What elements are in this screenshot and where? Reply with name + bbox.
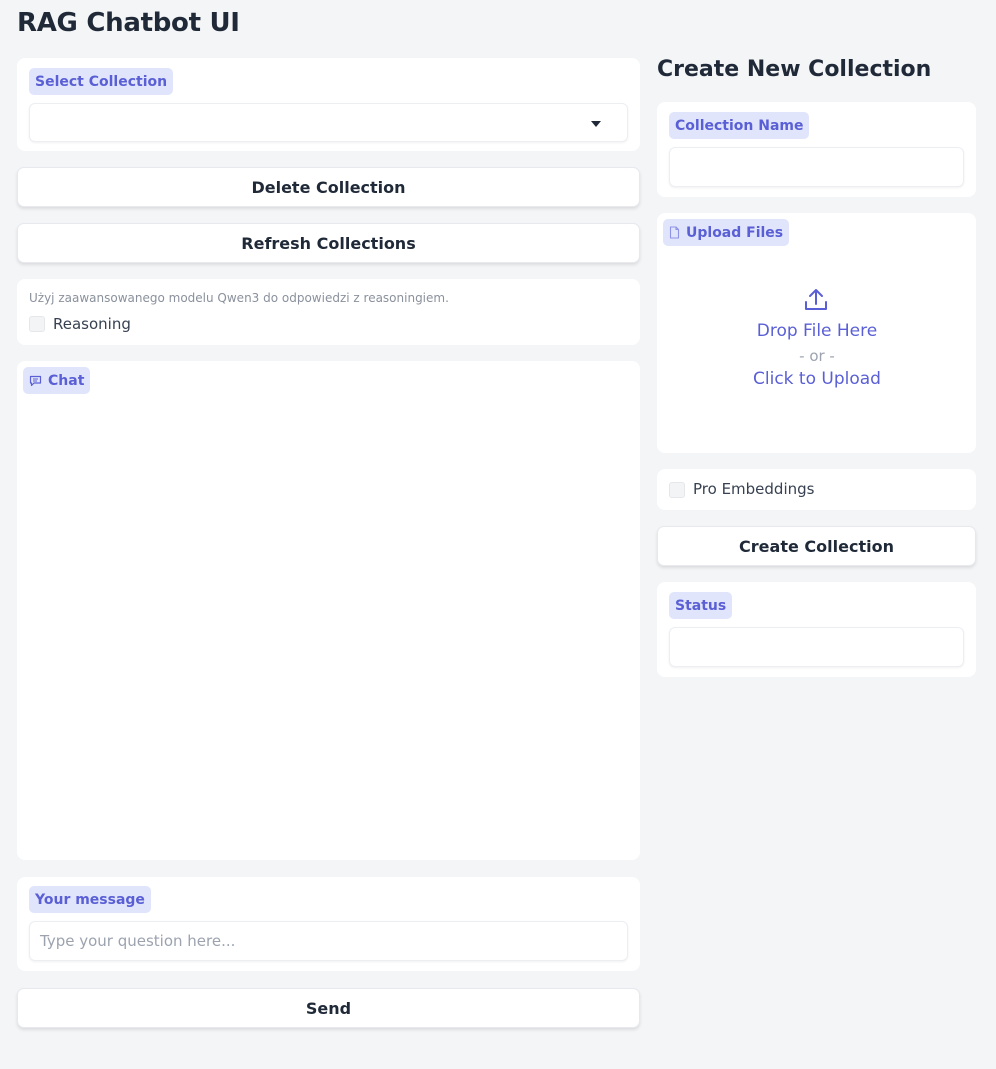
create-collection-heading: Create New Collection: [657, 57, 932, 82]
reasoning-hint: Użyj zaawansowanego modelu Qwen3 do odpo…: [29, 291, 449, 305]
send-button[interactable]: Send: [17, 988, 640, 1028]
chevron-down-icon: [591, 121, 601, 127]
collection-name-input[interactable]: [669, 147, 964, 187]
collection-dropdown[interactable]: [29, 103, 628, 142]
reasoning-label[interactable]: Reasoning: [53, 315, 131, 333]
collection-name-panel: Collection Name: [657, 102, 976, 197]
upload-files-label-text: Upload Files: [686, 224, 784, 241]
file-icon: [669, 226, 680, 239]
reasoning-checkbox[interactable]: [29, 316, 45, 332]
status-output: [669, 627, 964, 667]
collection-name-label: Collection Name: [669, 112, 810, 139]
click-to-upload-text[interactable]: Click to Upload: [657, 369, 977, 389]
pro-embeddings-label[interactable]: Pro Embeddings: [693, 480, 814, 498]
upload-or-text: - or -: [799, 347, 835, 365]
message-label: Your message: [29, 886, 151, 913]
message-input[interactable]: Type your question here...: [29, 921, 628, 961]
reasoning-panel: Użyj zaawansowanego modelu Qwen3 do odpo…: [17, 279, 640, 345]
refresh-collections-button[interactable]: Refresh Collections: [17, 223, 640, 263]
create-collection-button[interactable]: Create Collection: [657, 526, 976, 566]
page-title: RAG Chatbot UI: [17, 8, 240, 38]
status-panel: Status: [657, 582, 976, 677]
chat-panel: Chat: [17, 361, 640, 860]
chat-icon: [29, 375, 42, 386]
upload-icon: [805, 289, 827, 310]
pro-embeddings-panel: Pro Embeddings: [657, 469, 976, 510]
pro-embeddings-checkbox[interactable]: [669, 482, 685, 498]
select-collection-label: Select Collection: [29, 68, 174, 95]
upload-files-label: Upload Files: [663, 219, 790, 246]
message-panel: Your message Type your question here...: [17, 877, 640, 971]
select-collection-panel: Select Collection: [17, 58, 640, 151]
chat-label: Chat: [23, 367, 91, 394]
drop-file-text: Drop File Here: [756, 321, 878, 341]
chat-label-text: Chat: [48, 372, 85, 389]
message-placeholder: Type your question here...: [40, 932, 236, 950]
delete-collection-button[interactable]: Delete Collection: [17, 167, 640, 207]
upload-files-panel[interactable]: Upload Files Drop File Here - or - Click…: [657, 213, 976, 453]
status-label: Status: [669, 592, 733, 619]
